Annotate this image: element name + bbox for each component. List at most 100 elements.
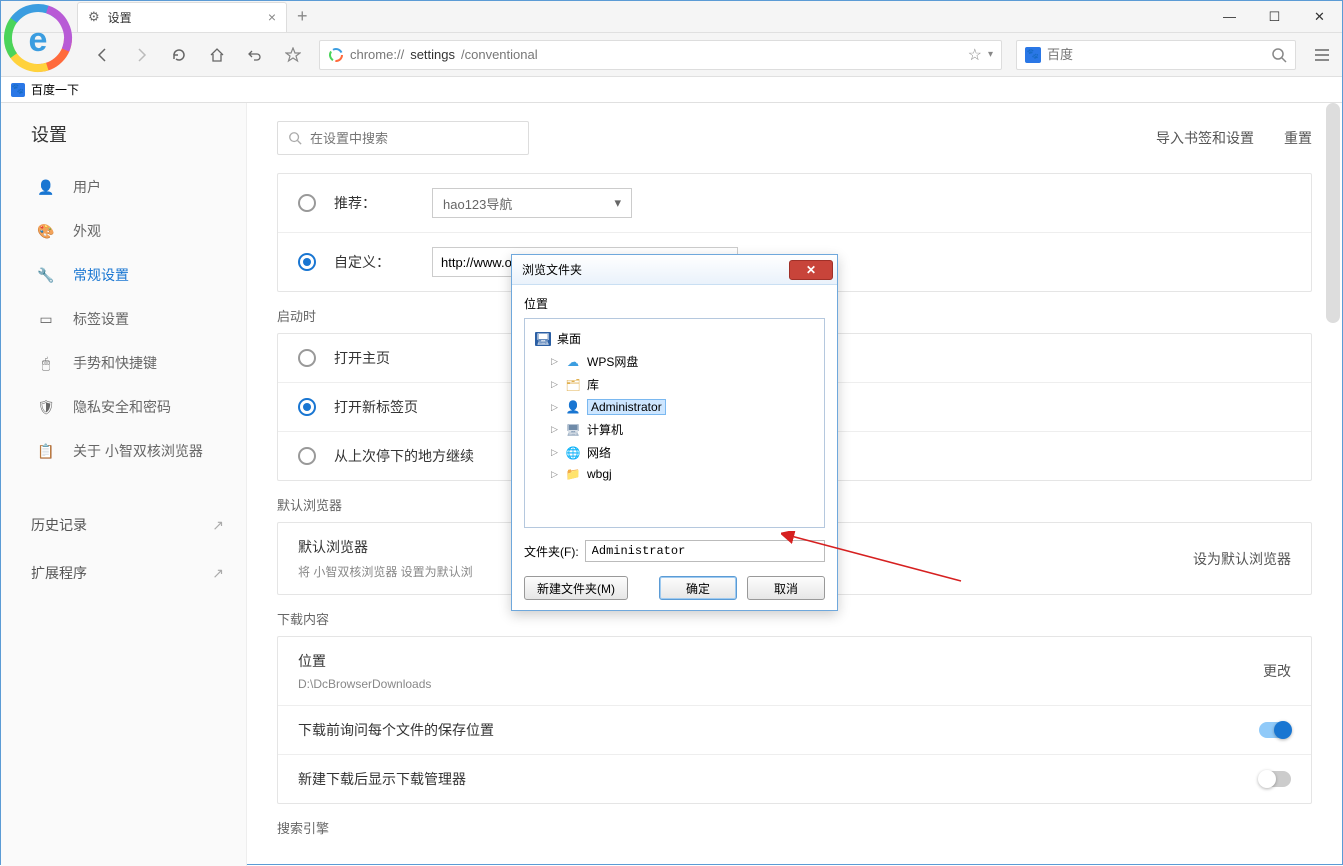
address-bar[interactable]: chrome://settings/conventional ☆ ▾ — [319, 40, 1002, 70]
close-button[interactable]: ✕ — [1297, 2, 1342, 32]
custom-label: 自定义： — [334, 252, 414, 272]
user-icon: 👤 — [565, 400, 581, 414]
back-button[interactable] — [91, 43, 115, 67]
folder-field-label: 文件夹(F): — [524, 543, 579, 560]
browser-tab[interactable]: ⚙ 设置 × — [77, 2, 287, 32]
undo-button[interactable] — [243, 43, 267, 67]
set-default-button[interactable]: 设为默认浏览器 — [1193, 549, 1291, 569]
dialog-close-button[interactable]: ✕ — [789, 260, 833, 280]
radio-continue[interactable] — [298, 447, 316, 465]
sidebar-link[interactable]: 扩展程序↗ — [1, 549, 246, 597]
new-folder-button[interactable]: 新建文件夹(M) — [524, 576, 628, 600]
sidebar-item-icon: ▭ — [37, 311, 55, 328]
favorite-icon[interactable]: ☆ — [968, 45, 982, 65]
tree-item[interactable]: ▷ 👤 Administrator — [533, 396, 816, 418]
select-value: hao123导航 — [443, 194, 512, 213]
new-tab-button[interactable]: + — [297, 6, 308, 27]
maximize-button[interactable]: ☐ — [1252, 2, 1297, 32]
sidebar-title: 设置 — [1, 121, 246, 165]
expand-arrow-icon[interactable]: ▷ — [551, 402, 559, 413]
expand-arrow-icon[interactable]: ▷ — [551, 379, 559, 390]
url-scheme: chrome:// — [350, 47, 404, 62]
sidebar-item[interactable]: 🎨外观 — [1, 209, 246, 253]
sidebar-item[interactable]: 👤用户 — [1, 165, 246, 209]
scrollbar-thumb[interactable] — [1326, 103, 1340, 323]
recommended-select[interactable]: hao123导航 ▾ — [432, 188, 632, 218]
tab-close-icon[interactable]: × — [268, 9, 276, 25]
reset-link[interactable]: 重置 — [1284, 128, 1312, 148]
continue-label: 从上次停下的地方继续 — [334, 446, 474, 466]
browse-folder-dialog: 浏览文件夹 ✕ 位置 🖥 桌面 ▷☁WPS网盘▷🗂库▷👤Administrato… — [511, 254, 838, 611]
bookmark-star-button[interactable] — [281, 43, 305, 67]
gear-icon: ⚙ — [88, 9, 100, 25]
sidebar-item-label: 关于 小智双核浏览器 — [73, 441, 203, 461]
net-icon: 🌐 — [565, 446, 581, 460]
svg-text:e: e — [29, 21, 48, 59]
radio-recommended[interactable] — [298, 194, 316, 212]
url-path: /conventional — [461, 47, 538, 62]
sidebar-link[interactable]: 历史记录↗ — [1, 501, 246, 549]
radio-custom[interactable] — [298, 253, 316, 271]
show-mgr-label: 新建下载后显示下载管理器 — [298, 769, 466, 789]
cloud-icon: ☁ — [565, 355, 581, 369]
tree-root[interactable]: 🖥 桌面 — [533, 327, 816, 350]
bookmarks-bar: 🐾 百度一下 — [1, 77, 1342, 103]
sidebar-item[interactable]: ▭标签设置 — [1, 297, 246, 341]
minimize-button[interactable]: — — [1207, 2, 1252, 32]
tree-item[interactable]: ▷ 🌐 网络 — [533, 441, 816, 464]
expand-arrow-icon[interactable]: ▷ — [551, 424, 559, 435]
bookmark-item[interactable]: 百度一下 — [31, 81, 79, 98]
search-icon[interactable] — [1271, 47, 1287, 63]
radio-open-newtab[interactable] — [298, 398, 316, 416]
sidebar-item[interactable]: 🔧常规设置 — [1, 253, 246, 297]
cancel-button[interactable]: 取消 — [747, 576, 825, 600]
sidebar-item[interactable]: 🛡隐私安全和密码 — [1, 385, 246, 429]
tree-item-label: wbgj — [587, 467, 612, 481]
tree-item[interactable]: ▷🖥计算机 — [533, 418, 816, 441]
tree-item[interactable]: ▷☁WPS网盘 — [533, 350, 816, 373]
expand-arrow-icon[interactable]: ▷ — [551, 469, 559, 480]
home-button[interactable] — [205, 43, 229, 67]
app-logo: e — [3, 3, 73, 73]
change-location-button[interactable]: 更改 — [1263, 661, 1291, 681]
folder-name-input[interactable] — [585, 540, 825, 562]
search-input[interactable] — [1047, 47, 1265, 62]
tree-item[interactable]: ▷ 📁 wbgj — [533, 464, 816, 484]
sidebar-item-label: 手势和快捷键 — [73, 353, 157, 373]
expand-arrow-icon[interactable]: ▷ — [551, 356, 559, 367]
titlebar: ⚙ 设置 × + — ☐ ✕ — [1, 1, 1342, 33]
comp-icon: 🖥 — [565, 423, 581, 437]
tree-item-label: 网络 — [587, 444, 611, 461]
radio-open-home[interactable] — [298, 349, 316, 367]
url-dropdown-icon[interactable]: ▾ — [988, 49, 993, 60]
fold-icon: 📁 — [565, 467, 581, 481]
chevron-down-icon: ▾ — [614, 195, 621, 211]
settings-search[interactable] — [277, 121, 529, 155]
tree-item-label: Administrator — [587, 399, 666, 415]
dialog-titlebar[interactable]: 浏览文件夹 ✕ — [512, 255, 837, 285]
search-box[interactable]: 🐾 — [1016, 40, 1296, 70]
show-mgr-toggle[interactable] — [1259, 771, 1291, 787]
recommended-label: 推荐： — [334, 193, 414, 213]
expand-arrow-icon[interactable]: ▷ — [551, 447, 559, 458]
sidebar-item[interactable]: 📋关于 小智双核浏览器 — [1, 429, 246, 473]
window-controls: — ☐ ✕ — [1207, 2, 1342, 32]
sidebar-item-icon: 👤 — [37, 179, 55, 196]
download-location-value: D:\DcBrowserDownloads — [298, 677, 431, 691]
tree-item-label: 库 — [587, 376, 599, 393]
sidebar-item[interactable]: 🖱手势和快捷键 — [1, 341, 246, 385]
ask-each-toggle[interactable] — [1259, 722, 1291, 738]
menu-button[interactable] — [1310, 43, 1334, 67]
search-engine-section-label: 搜索引擎 — [277, 818, 1312, 837]
import-link[interactable]: 导入书签和设置 — [1156, 128, 1254, 148]
folder-tree[interactable]: 🖥 桌面 ▷☁WPS网盘▷🗂库▷👤Administrator▷🖥计算机▷🌐网络▷… — [524, 318, 825, 528]
ok-button[interactable]: 确定 — [659, 576, 737, 600]
toolbar: chrome://settings/conventional ☆ ▾ 🐾 — [1, 33, 1342, 77]
sidebar-item-label: 常规设置 — [73, 265, 129, 285]
external-link-icon: ↗ — [212, 565, 224, 582]
forward-button[interactable] — [129, 43, 153, 67]
settings-search-input[interactable] — [310, 131, 518, 146]
search-icon — [288, 131, 302, 145]
reload-button[interactable] — [167, 43, 191, 67]
tree-item[interactable]: ▷🗂库 — [533, 373, 816, 396]
